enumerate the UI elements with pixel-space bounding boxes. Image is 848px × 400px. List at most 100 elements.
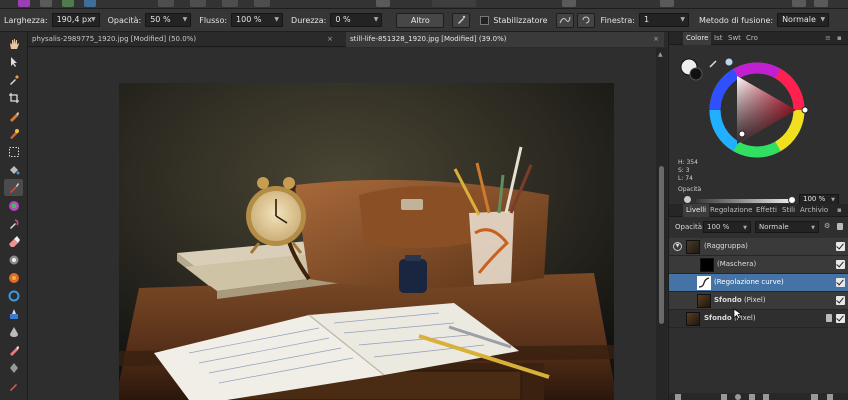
color-replace-tool[interactable] (4, 197, 23, 214)
force-pressure-button[interactable] (452, 12, 471, 28)
tab-regolazione[interactable]: Regolazione (707, 204, 755, 217)
close-icon[interactable]: × (653, 32, 659, 47)
persona-photo-icon[interactable] (18, 0, 30, 7)
folder-icon[interactable] (811, 394, 818, 400)
expand-toggle-icon[interactable]: ▼ (673, 242, 682, 251)
patch-tool[interactable] (4, 341, 23, 358)
flow-field[interactable]: 100 % ▼ (231, 13, 284, 27)
move-tool[interactable] (4, 53, 23, 70)
eyedropper-icon[interactable] (709, 60, 717, 68)
layer-name: Sfondo (714, 296, 742, 304)
toolbar-button-icon[interactable] (792, 0, 806, 7)
persona-develop-icon[interactable] (62, 0, 74, 7)
sponge-tool[interactable] (4, 323, 23, 340)
lock-icon[interactable] (837, 223, 843, 230)
layer-row-background-inner[interactable]: Sfondo (Pixel) (669, 292, 848, 310)
marquee-tool[interactable] (4, 143, 23, 160)
layer-row-curves[interactable]: (Regolazione curve) (669, 274, 848, 292)
mouse-cursor-icon (733, 308, 743, 320)
tab-cro[interactable]: Cro (743, 32, 761, 45)
panel-close-icon[interactable]: ▪ (837, 34, 842, 42)
fill-tool[interactable] (4, 161, 23, 178)
layer-row-mask[interactable]: (Maschera) (669, 256, 848, 274)
toolbar-button-icon[interactable] (814, 0, 828, 7)
layer-row-background[interactable]: Sfondo (Pixel) (669, 310, 848, 328)
persona-liquify-icon[interactable] (40, 0, 52, 7)
layer-visibility-checkbox[interactable] (836, 296, 845, 305)
lock-icon[interactable] (826, 314, 832, 322)
tab-swt[interactable]: Swt (725, 32, 744, 45)
toolbar-button-icon[interactable] (562, 0, 576, 7)
paint-brush-tool[interactable] (4, 179, 23, 196)
window-field[interactable]: 1 ▼ (638, 13, 689, 27)
selection-brush-tool[interactable] (4, 107, 23, 124)
layer-visibility-checkbox[interactable] (836, 260, 845, 269)
canvas-vertical-scrollbar[interactable]: ▲ (656, 48, 667, 400)
canvas-area[interactable] (28, 48, 656, 400)
flood-select-tool[interactable] (4, 125, 23, 142)
layer-visibility-checkbox[interactable] (836, 242, 845, 251)
tab-livelli[interactable]: Livelli (683, 204, 710, 217)
blend-mode-dropdown[interactable]: Normale ▼ (777, 13, 830, 27)
tab-colore[interactable]: Colore (683, 32, 712, 45)
fx-icon[interactable] (749, 394, 755, 400)
panel-menu-icon[interactable]: ≡ (825, 34, 831, 42)
blur-tool[interactable] (4, 287, 23, 304)
opacity-slider-knob[interactable] (788, 196, 796, 204)
tab-physalis[interactable]: physalis-2989775_1920.jpg [Modified] (50… (28, 32, 338, 47)
toolbar-button-icon[interactable] (158, 0, 174, 7)
eyedropper-tool[interactable] (4, 71, 23, 88)
layer-row-group[interactable]: ▼ (Raggruppa) (669, 238, 848, 256)
persona-tone-icon[interactable] (84, 0, 96, 7)
toolbar-button-icon[interactable] (190, 0, 206, 7)
tab-ist[interactable]: Ist (711, 32, 725, 45)
red-eye-tool[interactable] (4, 269, 23, 286)
toolbar-button-icon[interactable] (254, 0, 270, 7)
erase-tool[interactable] (4, 233, 23, 250)
tab-stili[interactable]: Stili (779, 204, 798, 217)
document-image[interactable] (119, 83, 614, 400)
toolbar-button-icon[interactable] (432, 0, 476, 7)
hardness-field[interactable]: 0 % ▼ (330, 13, 383, 27)
scroll-up-icon[interactable]: ▲ (658, 51, 663, 58)
toolbar-button-icon[interactable] (376, 0, 390, 7)
add-layer-icon[interactable] (675, 394, 681, 400)
gear-icon[interactable]: ⚙ (824, 222, 830, 230)
rope-mode-button[interactable] (555, 12, 574, 28)
hand-tool[interactable] (4, 35, 23, 52)
group-icon[interactable] (763, 394, 769, 400)
opacity-field[interactable]: 50 % ▼ (145, 13, 192, 27)
stabilizer-label: Stabilizzatore (493, 15, 548, 25)
toolbar-button-icon[interactable] (222, 0, 238, 7)
layer-opacity-field[interactable]: 100 % ▼ (703, 221, 751, 233)
vector-tool[interactable] (4, 359, 23, 376)
dodge-tool[interactable] (4, 215, 23, 232)
clone-tool[interactable] (4, 251, 23, 268)
adjustment-icon[interactable] (735, 394, 741, 400)
layer-visibility-checkbox[interactable] (836, 314, 845, 323)
secondary-color-swatch[interactable] (689, 67, 703, 81)
liquify-tool[interactable] (4, 305, 23, 322)
window-mode-button[interactable] (576, 12, 595, 28)
more-button[interactable]: Altro (396, 12, 445, 28)
text-tool[interactable] (4, 377, 23, 394)
color-mode-icon[interactable] (725, 58, 733, 66)
width-field[interactable]: 190,4 px ▼ (51, 13, 100, 27)
toolbar-button-icon[interactable] (660, 0, 674, 7)
width-label: Larghezza: (4, 15, 48, 25)
tab-effetti[interactable]: Effetti (753, 204, 780, 217)
trash-icon[interactable] (827, 394, 833, 400)
scrollbar-thumb[interactable] (659, 166, 664, 324)
opacity-slider[interactable] (696, 199, 790, 203)
tab-archivio[interactable]: Archivio (797, 204, 831, 217)
panel-close-icon[interactable]: ▪ (837, 206, 842, 214)
crop-tool[interactable] (4, 89, 23, 106)
close-icon[interactable]: × (327, 32, 333, 47)
tab-still-life[interactable]: still-life-851328_1920.jpg [Modified] (3… (346, 32, 664, 47)
color-wheel[interactable] (669, 46, 848, 158)
layer-visibility-checkbox[interactable] (836, 278, 845, 287)
chevron-down-icon: ▼ (274, 16, 280, 23)
stabilizer-checkbox[interactable] (480, 15, 490, 25)
mask-icon[interactable] (721, 394, 727, 400)
layer-blend-dropdown[interactable]: Normale ▼ (755, 221, 819, 233)
